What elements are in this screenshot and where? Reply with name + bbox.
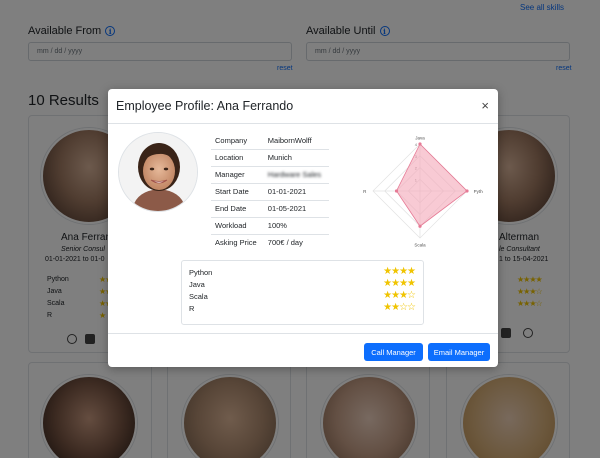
- skill-stars: ★★★★: [383, 278, 416, 289]
- skill-name: Scala: [189, 292, 208, 301]
- radar-axis-label: Java: [415, 135, 425, 140]
- info-row: Manager Hardware Sales: [211, 165, 329, 183]
- radar-axis-label: Scala: [414, 243, 426, 248]
- skill-stars: ★★☆☆: [383, 302, 416, 313]
- info-label: Company: [215, 135, 248, 145]
- profile-info-table: Company MaibornWolff Location Munich Manager…: [211, 132, 329, 251]
- skill-stars: ★★★★: [383, 266, 416, 277]
- info-row: Workload 100%: [211, 216, 329, 234]
- close-icon[interactable]: ×: [481, 98, 489, 113]
- portrait-illustration: [119, 133, 197, 211]
- info-row: Location Munich: [211, 148, 329, 166]
- radar-point: [418, 224, 422, 228]
- info-value: MaibornWolff: [267, 135, 312, 145]
- info-label: Manager: [211, 165, 264, 183]
- skills-box: Python ★★★★ Java ★★★★ Scala ★★★☆ R ★★☆☆: [181, 260, 424, 325]
- radar-point: [394, 189, 399, 193]
- info-row: Asking Price 700€ / day: [211, 233, 329, 251]
- info-value: 01-05-2021: [263, 199, 329, 217]
- skill-stars: ★★★☆: [383, 290, 416, 301]
- radar-point: [465, 189, 469, 193]
- skill-name: Python: [189, 268, 213, 277]
- info-label: End Date: [211, 199, 264, 217]
- radar-axis-label: R: [363, 189, 367, 194]
- employee-profile-modal: Employee Profile: Ana Ferrando × Company…: [108, 89, 498, 367]
- info-label: Location: [211, 148, 264, 166]
- radar-axis-label: Python: [474, 189, 483, 194]
- email-manager-button[interactable]: Email Manager: [428, 343, 490, 361]
- info-value: Munich: [263, 148, 329, 166]
- profile-photo: [118, 132, 198, 212]
- skill-radar-chart: JavaPythonScalaR1234: [363, 135, 483, 248]
- radar-point: [418, 142, 422, 146]
- modal-title: Employee Profile: Ana Ferrando: [116, 99, 294, 113]
- info-value: 100%: [263, 216, 329, 234]
- skill-name: R: [189, 304, 195, 313]
- skill-name: Java: [189, 280, 205, 289]
- modal-header: Employee Profile: Ana Ferrando ×: [108, 89, 498, 124]
- info-label: Workload: [211, 216, 264, 234]
- info-label: Start Date: [211, 182, 264, 200]
- info-value: 01-01-2021: [263, 182, 329, 200]
- info-value: 700€ / day: [263, 233, 329, 251]
- modal-footer: Call Manager Email Manager: [108, 333, 498, 367]
- radar-series-area: [396, 143, 468, 227]
- info-row: End Date 01-05-2021: [211, 199, 329, 217]
- info-row: Start Date 01-01-2021: [211, 182, 329, 200]
- call-manager-button[interactable]: Call Manager: [364, 343, 423, 361]
- info-value: Hardware Sales: [263, 165, 329, 183]
- info-row: Company MaibornWolff: [211, 132, 329, 149]
- info-label: Asking Price: [211, 233, 264, 251]
